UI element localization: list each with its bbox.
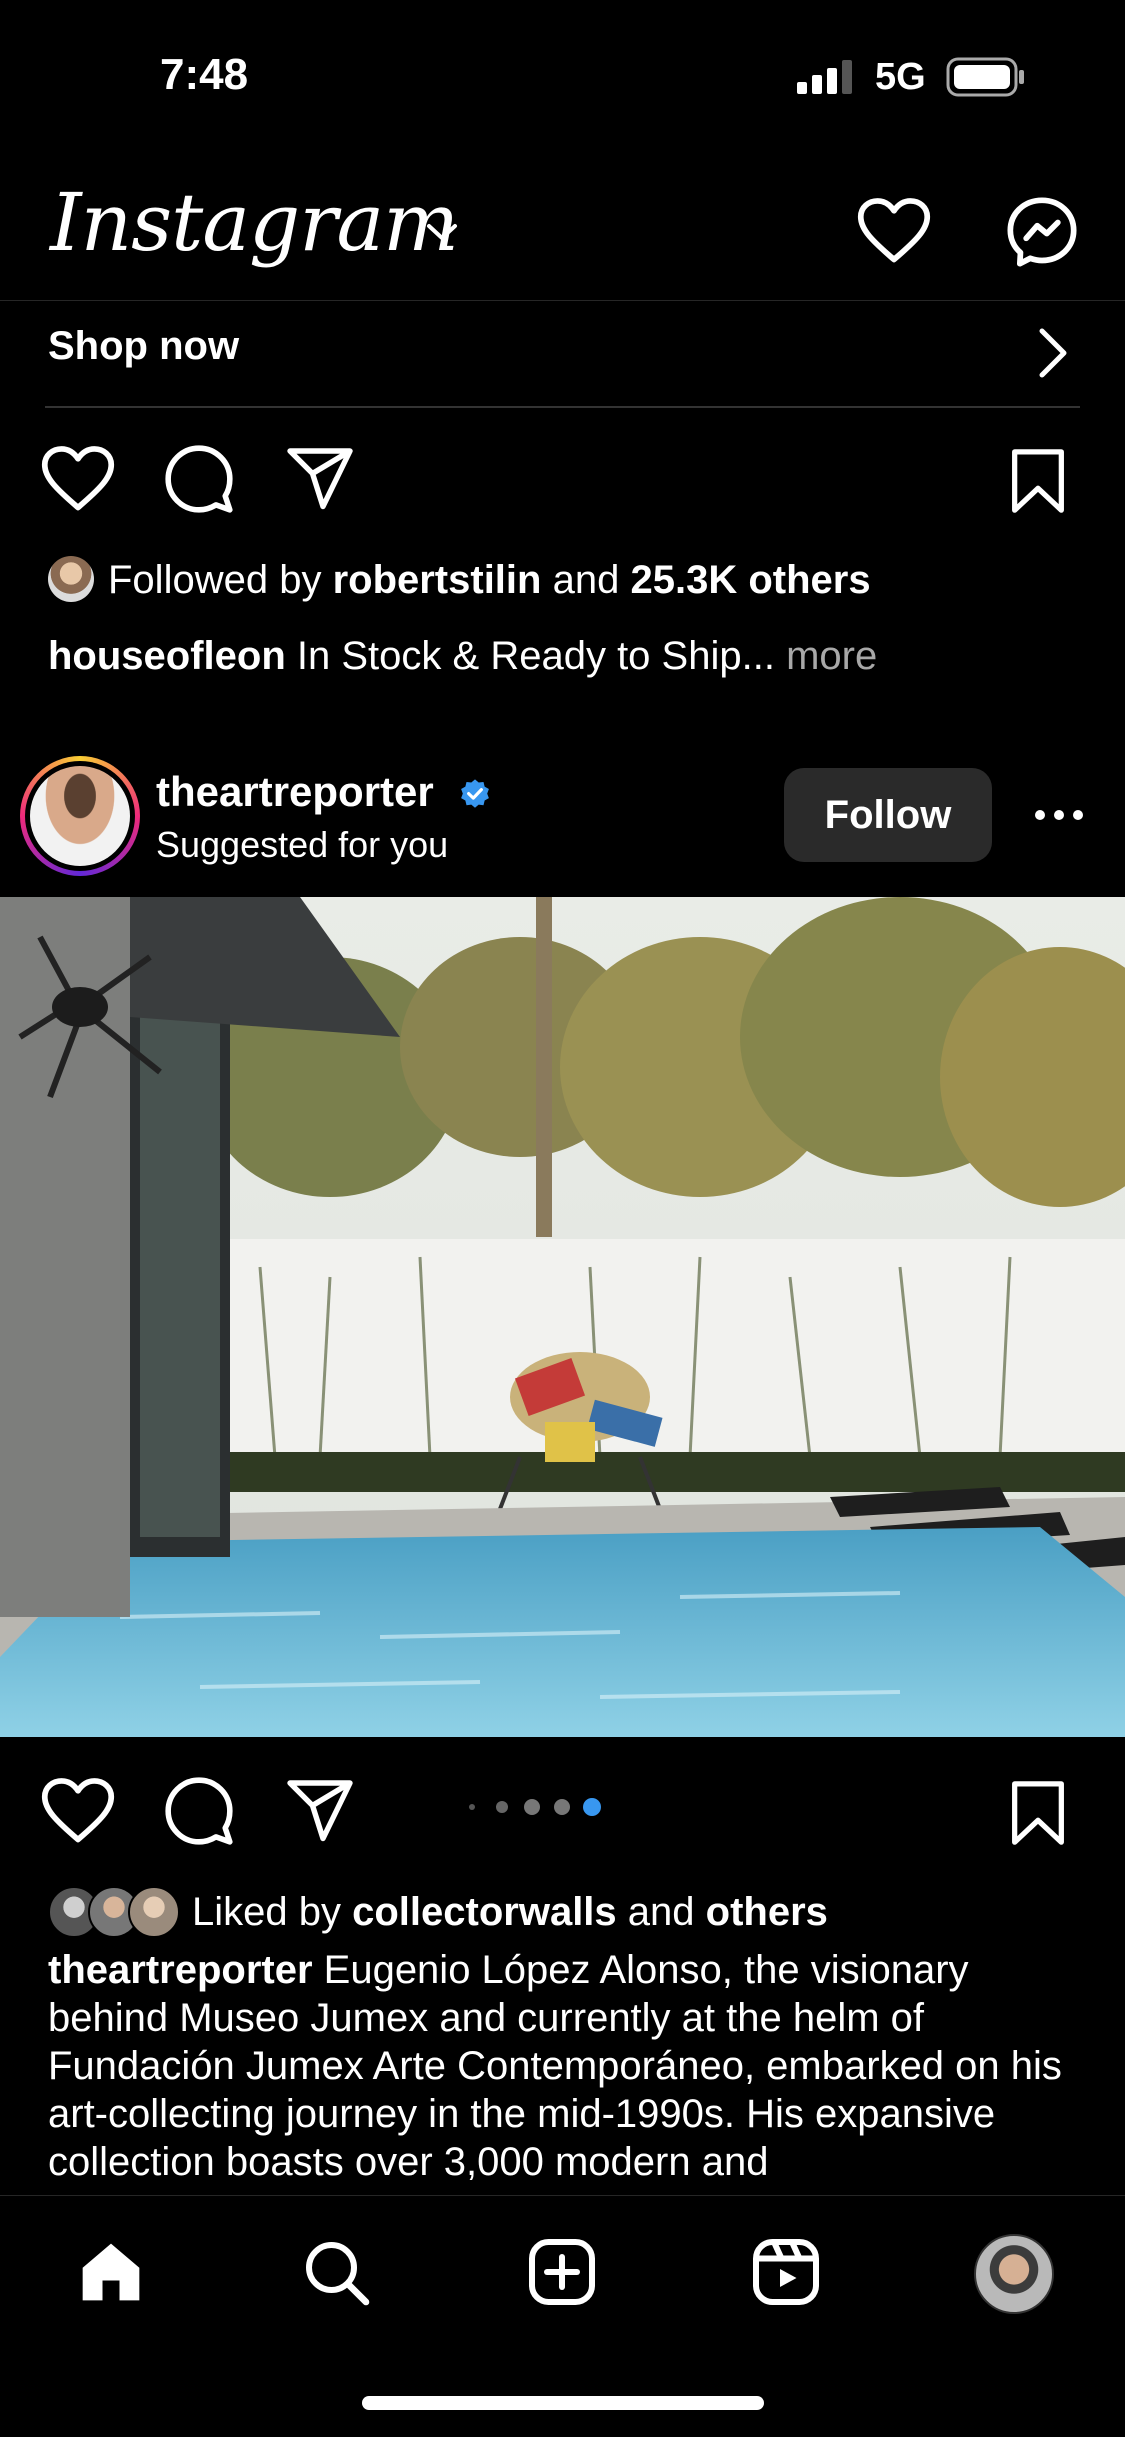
search-icon[interactable] [300,2236,372,2308]
post-username[interactable]: theartreporter [156,768,434,816]
home-indicator [362,2396,764,2410]
signal-icon [797,60,852,94]
followed-by-prefix: Followed by [108,558,322,602]
ad-caption-user[interactable]: houseofleon [48,634,286,678]
more-link[interactable]: more [786,634,877,678]
followed-by-count[interactable]: 25.3K others [630,558,870,602]
post-image[interactable] [0,897,1125,1737]
shop-now-row[interactable]: Shop now [0,302,1125,406]
comment-icon[interactable] [162,442,236,516]
liked-by-user[interactable]: collectorwalls [352,1890,617,1934]
heart-icon[interactable] [856,196,932,266]
battery-icon [946,57,1024,97]
chevron-down-icon[interactable] [424,220,460,244]
create-icon[interactable] [526,2236,598,2308]
share-icon[interactable] [284,1774,356,1846]
carousel-dot [469,1804,475,1810]
bookmark-icon[interactable] [1008,1778,1068,1848]
carousel-dot-active [583,1798,601,1816]
carousel-dot [554,1799,570,1815]
caption-user[interactable]: theartreporter [48,1948,313,1992]
shop-now-label: Shop now [48,324,240,368]
status-bar: 7:48 5G [0,0,1125,150]
divider [45,406,1080,408]
more-options-icon[interactable] [1034,802,1084,828]
chevron-right-icon [1039,328,1067,378]
liked-by-line: Liked by collectorwalls and others [192,1890,828,1935]
follow-button[interactable]: Follow [784,768,992,862]
followed-by-line: Followed by robertstilin and 25.3K other… [108,558,871,603]
avatar [30,766,130,866]
messenger-icon[interactable] [1004,194,1080,270]
pool-courtyard-photo [0,897,1125,1737]
profile-avatar[interactable] [974,2234,1054,2314]
reels-icon[interactable] [750,2236,822,2308]
post-header: theartreporter Suggested for you Follow [0,750,1125,895]
like-icon[interactable] [40,444,116,514]
ad-caption-text: In Stock & Ready to Ship... [296,634,775,678]
home-icon[interactable] [76,2238,146,2306]
liked-by-joiner: and [627,1890,695,1934]
comment-icon[interactable] [162,1774,236,1848]
like-icon[interactable] [40,1776,116,1846]
follower-avatar [48,556,94,602]
app-header: Instagram [0,150,1125,301]
carousel-indicator [469,1798,601,1816]
bookmark-icon[interactable] [1008,446,1068,516]
liked-by-prefix: Liked by [192,1890,341,1934]
post-caption: theartreporter Eugenio López Alonso, the… [48,1946,1088,2186]
story-ring[interactable] [20,756,140,876]
instagram-logo[interactable]: Instagram [50,176,459,269]
liker-avatars [48,1886,198,1938]
share-icon[interactable] [284,442,356,514]
network-label: 5G [875,56,926,98]
liked-by-others[interactable]: others [706,1890,828,1934]
followed-by-joiner: and [552,558,620,602]
followed-by-user[interactable]: robertstilin [333,558,542,602]
carousel-dot [524,1799,540,1815]
verified-badge-icon [461,779,489,808]
post-subtitle: Suggested for you [156,824,449,865]
status-time: 7:48 [160,50,249,99]
ad-caption: houseofleon In Stock & Ready to Ship... … [48,634,877,679]
carousel-dot [496,1801,508,1813]
